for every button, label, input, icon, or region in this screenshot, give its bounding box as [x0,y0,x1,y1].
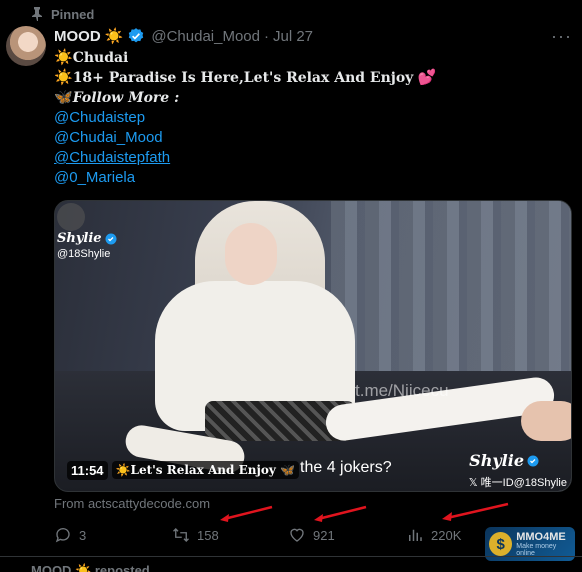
pinned-indicator: Pinned [31,5,94,23]
watermark-top-left: Shylie @18Shylie [57,231,117,260]
pin-icon [32,7,42,21]
dollar-coin-icon: $ [489,532,513,556]
watermark-handle: @18Shylie [57,248,111,260]
watermark-title: MMO4ME [516,531,566,543]
post-line-3: 🦋Follow More : [54,88,564,108]
post-line-1: ☀️Chudai [54,48,564,68]
sun-emoji-icon: ☀️ [115,463,131,477]
reply-count: 3 [79,527,87,543]
reply-button[interactable]: 3 [54,525,86,545]
video-overlay-bar: 11:54 ☀️Let's Relax And Enjoy 🦋 [67,460,299,480]
mention-link[interactable]: @0_Mariela [54,168,564,188]
post-text: ☀️Chudai ☀️18+ Paradise Is Here,Let's Re… [54,48,564,188]
mention-link[interactable]: @Chudaistepfath [54,148,564,168]
watermark-name: Shylie [57,231,102,246]
video-duration: 11:54 [67,460,108,480]
repost-count: 158 [197,527,219,543]
author-avatar[interactable] [6,26,46,66]
author-handle[interactable]: @Chudai_Mood [151,28,260,45]
separator-dot: · [264,27,269,45]
video-caption: ☀️Let's Relax And Enjoy 🦋 [111,461,299,479]
repost-context-text: MOOD ☀️ reposted [31,563,150,572]
hand [521,401,571,441]
butterfly-emoji-icon: 🦋 [279,463,295,477]
card-source[interactable]: From actscattydecode.com [54,496,210,511]
post-line-1-text: Chudai [72,50,129,66]
watermark-subtitle: Make money online [516,543,557,557]
verified-badge-icon [527,455,539,466]
sun-emoji-icon: ☀️ [104,27,124,45]
like-count: 921 [313,527,335,543]
person-face [225,223,277,285]
red-arrow-annotation [220,505,273,522]
mention-link[interactable]: @Chudai_Mood [54,128,564,148]
watermark-telegram: t.me/Niicecu [355,381,449,400]
views-count: 220K [431,527,462,543]
mention-link[interactable]: @Chudaistep [54,108,564,128]
watermark-avatar [57,203,85,231]
post-divider [0,556,582,557]
pinned-label: Pinned [51,6,95,22]
like-button[interactable]: 921 [288,525,335,545]
views-button[interactable]: 220K [406,525,461,545]
video-media[interactable]: Shylie @18Shylie t.me/Niicecu the 4 joke… [54,200,572,492]
sun-emoji-icon: ☀️ [54,49,73,66]
reply-icon [55,528,70,543]
author-name[interactable]: MOOD [54,28,101,45]
video-subtitle: the 4 jokers? [300,459,392,476]
repost-icon [173,528,189,542]
post-header: MOOD ☀️ @Chudai_Mood · Jul 27 ··· [54,26,572,46]
views-chart-icon [409,529,422,541]
butterfly-emoji-icon: 🦋 [54,89,73,106]
more-options-button[interactable]: ··· [551,26,572,47]
red-arrow-annotation [442,502,509,521]
repost-button[interactable]: 158 [172,525,219,545]
verified-badge-icon [105,233,117,244]
post-date[interactable]: Jul 27 [273,28,313,45]
red-arrow-annotation [314,505,367,522]
verified-badge-icon [129,28,144,43]
post-line-3-text: Follow More : [72,90,180,106]
post-line-2: ☀️18+ Paradise Is Here,Let's Relax And E… [54,68,564,88]
video-caption-text: Let's Relax And Enjoy [130,463,276,477]
watermark-bottom-right-handle: 𝕏 唯一ID@18Shylie [468,477,567,489]
hearts-emoji-icon: 💕 [417,69,437,86]
heart-icon [290,528,304,542]
next-post-context: MOOD ☀️ reposted [31,563,150,572]
watermark-bottom-right-name: Shylie [469,451,539,470]
watermark-name: Shylie [469,451,524,470]
post-line-2-text: 18+ Paradise Is Here,Let's Relax And Enj… [72,70,414,86]
sun-emoji-icon: ☀️ [54,69,73,86]
